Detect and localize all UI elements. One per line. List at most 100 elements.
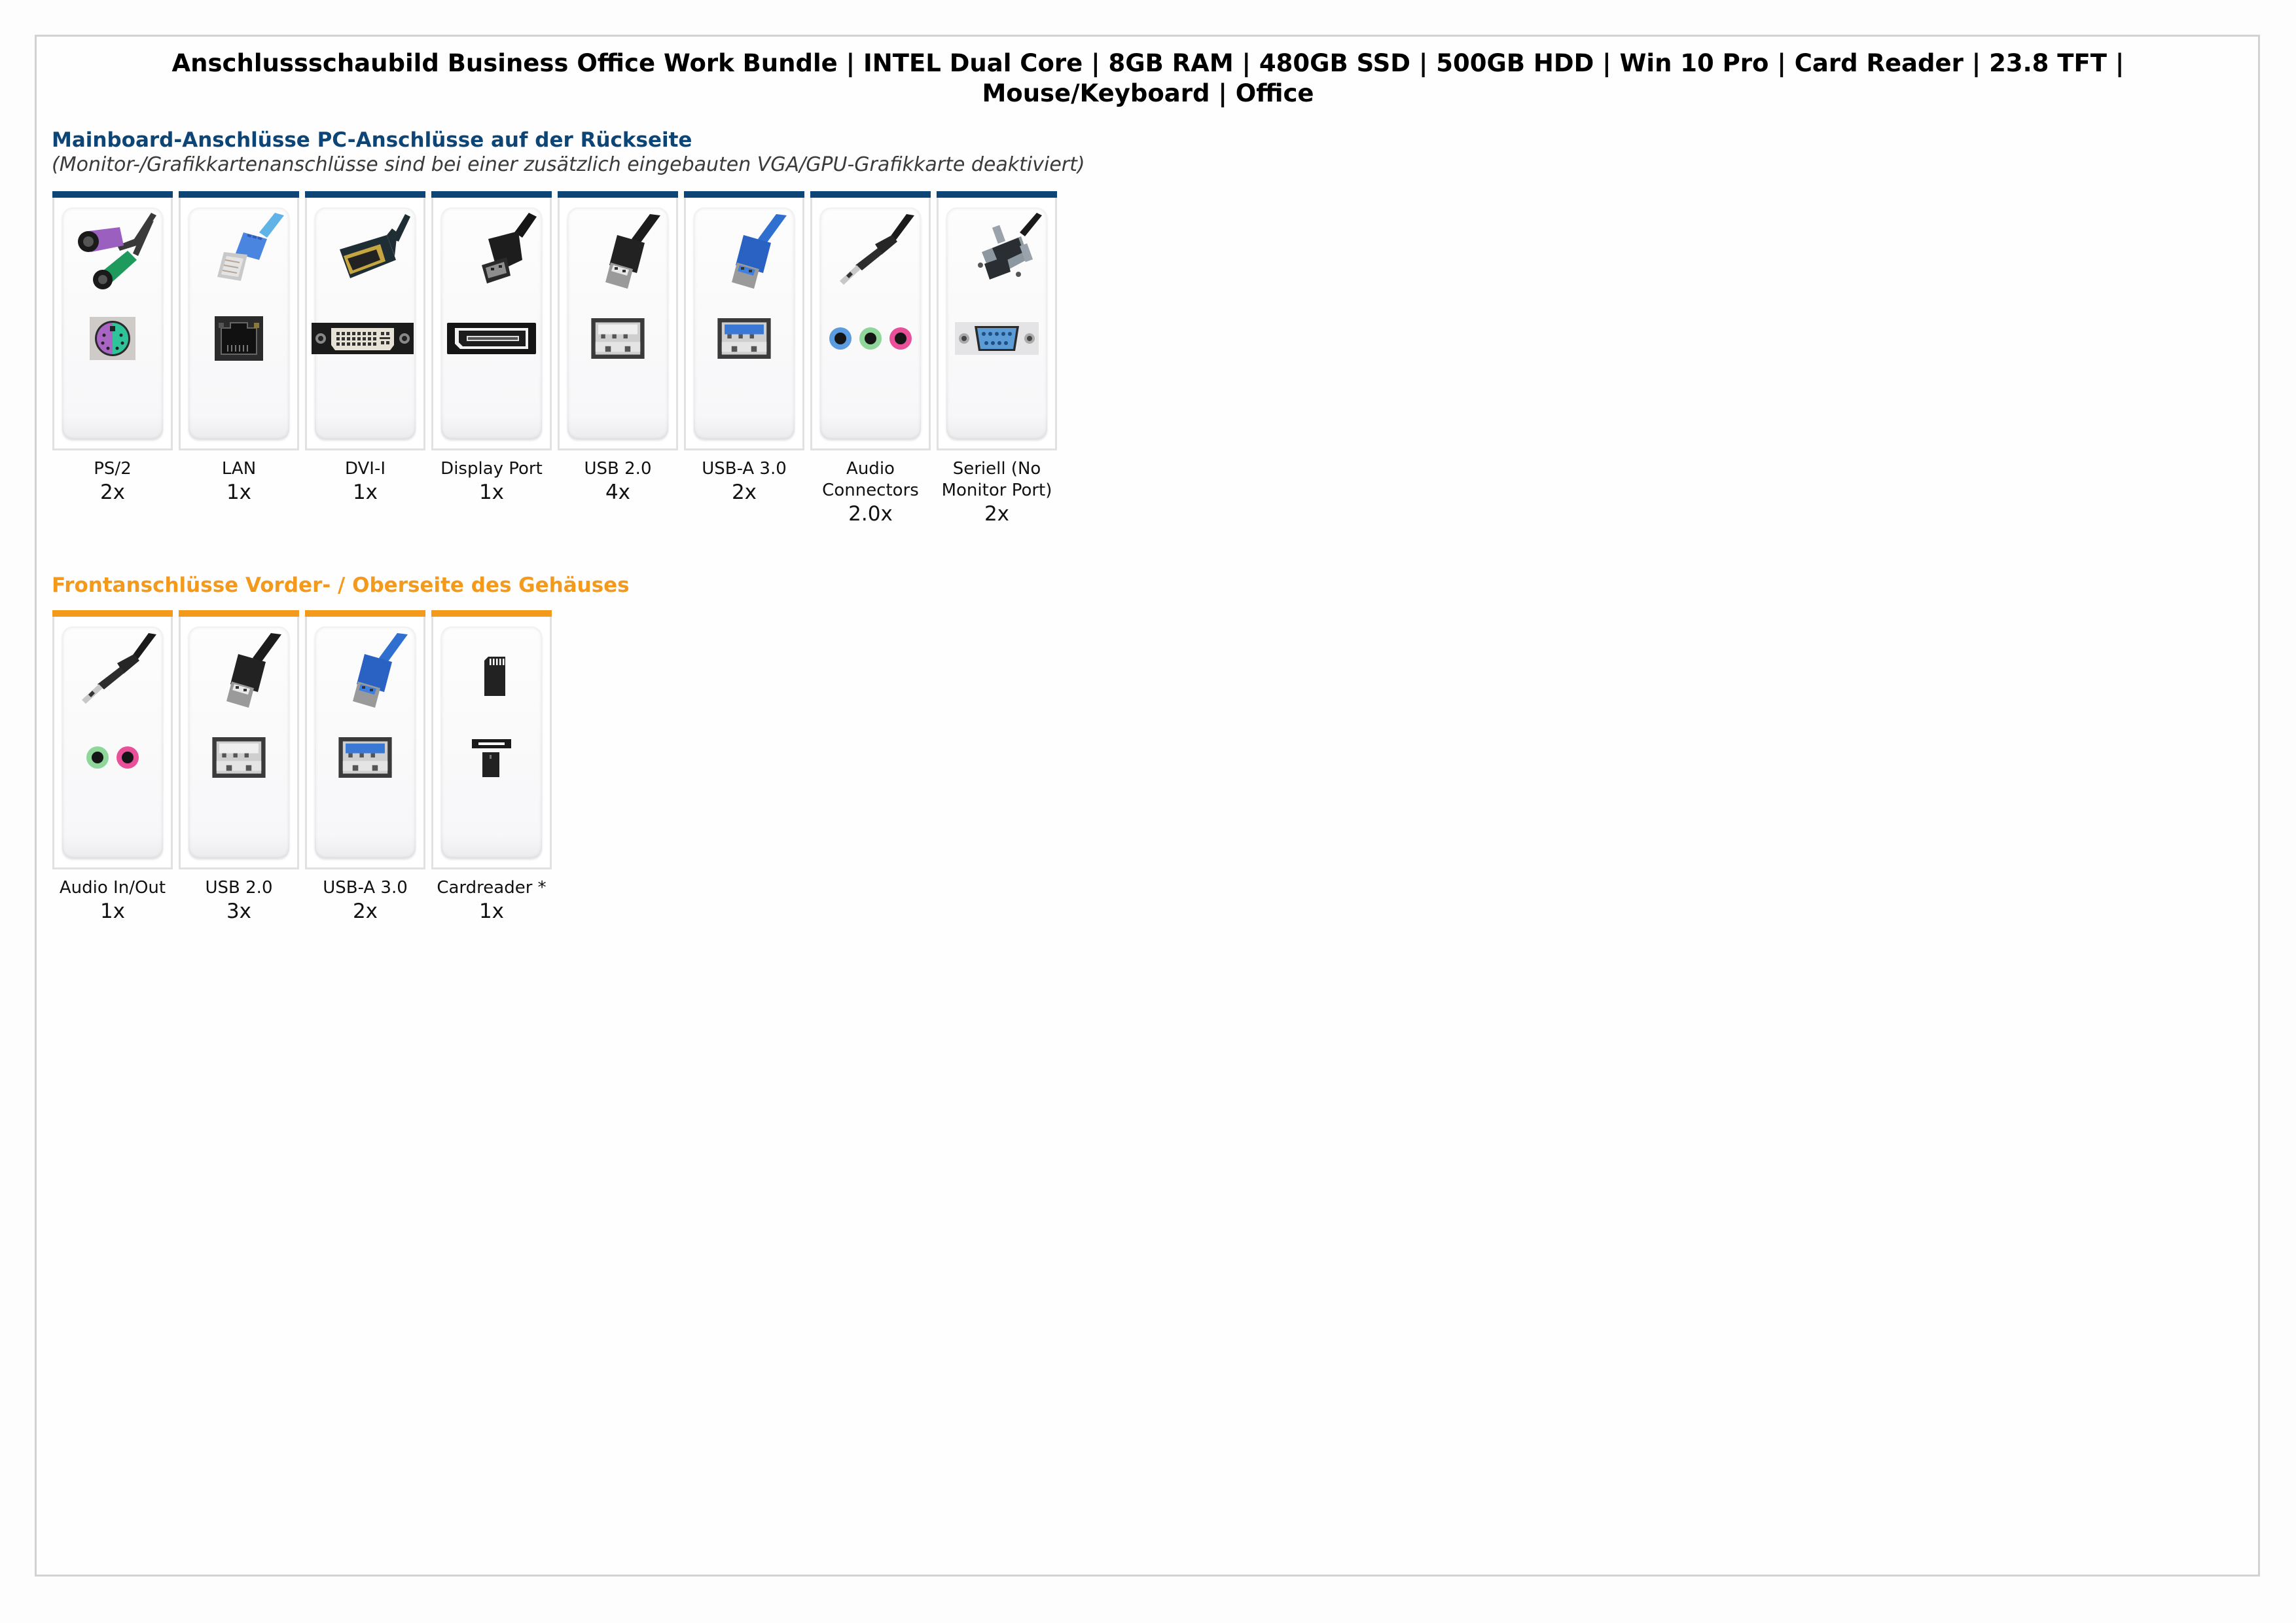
port-label: USB 2.0 <box>584 459 652 479</box>
port-count: 1x <box>478 900 505 923</box>
port-label: Audio In/Out <box>59 878 166 898</box>
port-label: Seriell (No Monitor Port) <box>941 459 1052 500</box>
port-label: PS/2 <box>94 459 132 479</box>
front-ports-heading: Frontanschlüsse Vorder- / Oberseite des … <box>52 574 630 597</box>
port-card <box>684 191 804 450</box>
port-label: USB-A 3.0 <box>702 459 787 479</box>
port-lan: LAN 1x <box>179 191 299 526</box>
port-label: USB 2.0 <box>205 878 273 898</box>
port-label: Cardreader * <box>437 878 547 898</box>
port-count: 2x <box>984 502 1010 526</box>
ps2-port-icon <box>62 312 163 365</box>
port-dvi: DVI-I 1x <box>305 191 425 526</box>
port-card <box>431 610 552 869</box>
usb3-plug-icon <box>732 214 787 289</box>
port-displayport: Display Port 1x <box>431 191 552 526</box>
port-usb2: USB 2.0 4x <box>558 191 678 526</box>
port-card <box>305 610 425 869</box>
card-accent-bar <box>431 191 552 198</box>
dvi-plug-icon <box>340 214 410 278</box>
port-card <box>52 610 173 869</box>
port-card <box>179 191 299 450</box>
card-panel <box>62 627 163 858</box>
usb2-port-icon <box>188 731 289 784</box>
serial-plug-icon <box>978 213 1042 280</box>
page-title: Anschlussschaubild Business Office Work … <box>171 49 2125 107</box>
audio-jacks-icon <box>820 312 921 365</box>
card-slot-icon <box>441 731 542 784</box>
card-panel <box>315 627 416 858</box>
dvi-port-icon <box>312 312 416 365</box>
port-card <box>52 191 173 450</box>
back-ports-heading: Mainboard-Anschlüsse PC-Anschlüsse auf d… <box>52 128 692 152</box>
back-ports-note: (Monitor-/Grafikkartenanschlüsse sind be… <box>52 153 1085 176</box>
card-panel <box>312 208 416 439</box>
card-accent-bar <box>684 191 804 198</box>
port-label: LAN <box>221 459 257 479</box>
card-panel <box>694 208 795 439</box>
card-panel <box>946 208 1047 439</box>
port-serial: Seriell (No Monitor Port) 2x <box>937 191 1057 526</box>
port-card <box>431 191 552 450</box>
card-panel <box>441 208 542 439</box>
port-audio-in-out: Audio In/Out 1x <box>52 610 173 924</box>
port-card <box>558 191 678 450</box>
card-accent-bar <box>305 610 425 617</box>
serial-port-icon <box>946 312 1047 365</box>
card-accent-bar <box>305 191 425 198</box>
ps2-plug-icon <box>78 213 156 289</box>
card-panel <box>567 208 668 439</box>
port-count: 2x <box>731 481 757 504</box>
port-card <box>179 610 299 869</box>
displayport-port-icon <box>441 312 542 365</box>
port-count: 2x <box>352 900 378 923</box>
audio-plug-icon <box>840 214 914 285</box>
card-accent-bar <box>179 610 299 617</box>
usb3-port-icon <box>315 731 416 784</box>
card-accent-bar <box>431 610 552 617</box>
port-card <box>937 191 1057 450</box>
port-label: USB-A 3.0 <box>323 878 408 898</box>
port-ps2: PS/2 2x <box>52 191 173 526</box>
card-panel <box>62 208 163 439</box>
port-usb3-front: USB-A 3.0 2x <box>305 610 425 924</box>
card-accent-bar <box>52 610 173 617</box>
card-accent-bar <box>179 191 299 198</box>
port-label: Display Port <box>440 459 543 479</box>
port-count: 1x <box>99 900 126 923</box>
lan-port-icon <box>188 312 289 365</box>
card-panel <box>820 208 921 439</box>
lan-plug-icon <box>217 213 284 281</box>
port-count: 1x <box>478 481 505 504</box>
card-accent-bar <box>810 191 931 198</box>
port-count: 1x <box>226 481 252 504</box>
card-accent-bar <box>937 191 1057 198</box>
port-usb3: USB-A 3.0 2x <box>684 191 804 526</box>
port-count: 4x <box>605 481 631 504</box>
port-card <box>810 191 931 450</box>
port-count: 3x <box>226 900 252 923</box>
port-label: DVI-I <box>344 459 386 479</box>
audio-plug-icon <box>82 633 156 704</box>
port-card <box>305 191 425 450</box>
port-usb2-front: USB 2.0 3x <box>179 610 299 924</box>
port-audio: Audio Connectors 2.0x <box>810 191 931 526</box>
card-panel <box>441 627 542 858</box>
sd-card-icon <box>484 657 505 696</box>
usb2-plug-icon <box>226 633 281 708</box>
audio-jacks-icon <box>62 731 163 784</box>
port-count: 2x <box>99 481 126 504</box>
card-panel <box>188 208 289 439</box>
usb2-plug-icon <box>605 214 660 289</box>
card-accent-bar <box>52 191 173 198</box>
port-count: 1x <box>352 481 378 504</box>
port-label: Audio Connectors <box>822 459 919 500</box>
usb3-plug-icon <box>353 633 408 708</box>
usb3-port-icon <box>694 312 795 365</box>
card-accent-bar <box>558 191 678 198</box>
front-ports-row: Audio In/Out 1x USB 2.0 3x USB-A 3.0 2x … <box>52 610 552 924</box>
card-panel <box>188 627 289 858</box>
port-cardreader: Cardreader * 1x <box>431 610 552 924</box>
usb2-port-icon <box>567 312 668 365</box>
displayport-plug-icon <box>482 213 537 283</box>
